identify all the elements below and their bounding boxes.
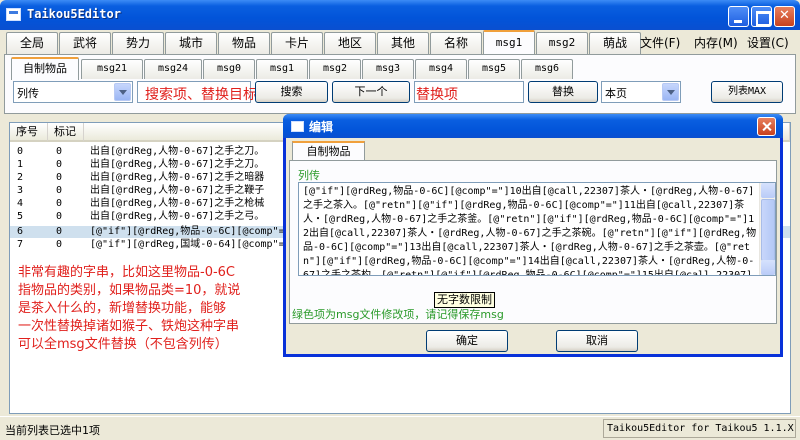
row-index: 0: [17, 146, 24, 157]
row-text: [@"if"][@rdReg,物品-0-6C][@comp"=: [90, 226, 285, 237]
status-version: Taikou5Editor for Taikou5 1.1.X: [603, 419, 796, 438]
search-field-combo[interactable]: 列传: [13, 81, 133, 103]
edit-text: [@"if"][@rdReg,物品-0-6C][@comp"="]10出自[@c…: [303, 186, 757, 276]
row-mark: 0: [56, 172, 63, 183]
row-text: 出自[@rdReg,人物-0-67]之手之弓。: [90, 211, 265, 222]
search-button[interactable]: 搜索: [255, 81, 328, 103]
save-reminder-note: 绿色项为msg文件修改项，请记得保存msg: [292, 308, 504, 321]
scope-combo[interactable]: 本页: [601, 81, 681, 103]
menu-settings[interactable]: 设置(C): [747, 34, 789, 51]
note-line: 可以全msg文件替换（不包含列传）: [18, 337, 228, 352]
dialog-tab-custom-items[interactable]: 自制物品: [292, 141, 365, 162]
close-button[interactable]: ✕: [774, 6, 795, 27]
row-mark: 0: [56, 185, 63, 196]
row-text: 出自[@rdReg,人物-0-67]之手之鞭子: [90, 185, 265, 196]
note-line: 指物品的类别，如果物品类=10，就说: [18, 283, 241, 298]
row-text: 出自[@rdReg,人物-0-67]之手之暗器: [90, 172, 265, 183]
row-text: 出自[@rdReg,人物-0-67]之手之刀。: [90, 146, 265, 157]
scroll-up-icon[interactable]: [761, 183, 775, 198]
annotation-note: 非常有趣的字串，比如这里物品-0-6C 指物品的类别，如果物品类=10，就说 是…: [18, 264, 288, 354]
tab-moe-battle[interactable]: 萌战: [589, 32, 641, 54]
edit-dialog: 编辑 自制物品 列传 [@"if"][@rdReg,物品-0-6C][@comp…: [283, 114, 783, 357]
menu-file[interactable]: 文件(F): [640, 34, 680, 51]
row-mark: 0: [56, 211, 63, 222]
row-index: 1: [17, 159, 24, 170]
dialog-icon: [291, 121, 304, 132]
tab-regions[interactable]: 地区: [324, 32, 376, 54]
dialog-close-button[interactable]: [757, 117, 776, 136]
row-index: 3: [17, 185, 24, 196]
window-title: Taikou5Editor: [27, 7, 121, 21]
minimize-button[interactable]: [728, 6, 749, 27]
subtab-msg1[interactable]: msg1: [256, 59, 308, 79]
search-note: 搜索项、替换目标: [145, 87, 257, 103]
subtab-msg24[interactable]: msg24: [144, 59, 202, 79]
row-mark: 0: [56, 146, 63, 157]
row-index: 5: [17, 211, 24, 222]
edit-textarea[interactable]: [@"if"][@rdReg,物品-0-6C][@comp"="]10出自[@c…: [298, 182, 776, 276]
dialog-panel: 列传 [@"if"][@rdReg,物品-0-6C][@comp"="]10出自…: [289, 160, 777, 324]
subtab-msg6[interactable]: msg6: [521, 59, 573, 79]
subtab-msg2[interactable]: msg2: [309, 59, 361, 79]
scope-value: 本页: [605, 87, 627, 100]
vertical-scrollbar[interactable]: [759, 183, 775, 275]
row-text: [@"if"][@rdReg,国域-0-64][@comp"=: [90, 239, 285, 250]
note-line: 非常有趣的字串，比如这里物品-0-6C: [18, 265, 236, 280]
list-max-button[interactable]: 列表MAX: [711, 81, 783, 103]
row-index: 6: [17, 226, 24, 237]
subtab-msg21[interactable]: msg21: [81, 59, 143, 79]
row-index: 7: [17, 239, 24, 250]
tab-items[interactable]: 物品: [218, 32, 270, 54]
row-index: 2: [17, 172, 24, 183]
subtab-msg0[interactable]: msg0: [203, 59, 255, 79]
menu-memory[interactable]: 内存(M): [694, 34, 738, 51]
tab-names[interactable]: 名称: [430, 32, 482, 54]
tab-generals[interactable]: 武将: [59, 32, 111, 54]
row-mark: 0: [56, 239, 63, 250]
chevron-down-icon[interactable]: [114, 83, 131, 101]
status-bar: 当前列表已选中1项 Taikou5Editor for Taikou5 1.1.…: [0, 416, 800, 440]
tab-other[interactable]: 其他: [377, 32, 429, 54]
row-mark: 0: [56, 198, 63, 209]
scroll-thumb[interactable]: [761, 199, 775, 261]
replace-button[interactable]: 替换: [528, 81, 598, 103]
field-label: 列传: [298, 169, 320, 182]
row-index: 4: [17, 198, 24, 209]
next-button[interactable]: 下一个: [332, 81, 410, 103]
maximize-button[interactable]: [751, 6, 772, 27]
status-selection: 当前列表已选中1项: [5, 424, 100, 437]
tab-cards[interactable]: 卡片: [271, 32, 323, 54]
tab-cities[interactable]: 城市: [165, 32, 217, 54]
scroll-down-icon[interactable]: [761, 260, 775, 275]
subtab-msg5[interactable]: msg5: [468, 59, 520, 79]
tab-global[interactable]: 全局: [6, 32, 58, 54]
subtab-msg3[interactable]: msg3: [362, 59, 414, 79]
note-line: 一次性替换掉诸如猴子、铁炮这种字串: [18, 319, 240, 334]
column-header-mark[interactable]: 标记: [48, 123, 84, 142]
close-icon: ✕: [779, 8, 790, 23]
subtab-custom-items[interactable]: 自制物品: [11, 57, 79, 80]
note-line: 是茶入什么的，新增替换功能，能够: [18, 301, 227, 316]
chevron-down-icon[interactable]: [662, 83, 679, 101]
search-field-value: 列传: [17, 87, 39, 100]
row-mark: 0: [56, 226, 63, 237]
cancel-button[interactable]: 取消: [556, 330, 638, 352]
tab-factions[interactable]: 势力: [112, 32, 164, 54]
subtab-msg4[interactable]: msg4: [415, 59, 467, 79]
tab-msg2[interactable]: msg2: [536, 32, 588, 54]
replace-note: 替换项: [416, 87, 458, 103]
row-text: 出自[@rdReg,人物-0-67]之手之刀。: [90, 159, 265, 170]
ok-button[interactable]: 确定: [426, 330, 508, 352]
row-text: 出自[@rdReg,人物-0-67]之手之枪械: [90, 198, 265, 209]
app-icon: [6, 8, 21, 21]
tab-msg1[interactable]: msg1: [483, 30, 535, 55]
dialog-title: 编辑: [309, 120, 334, 134]
column-header-index[interactable]: 序号: [10, 123, 48, 142]
title-bar[interactable]: Taikou5Editor ✕: [0, 0, 800, 30]
row-mark: 0: [56, 159, 63, 170]
dialog-title-bar[interactable]: 编辑: [283, 114, 783, 138]
